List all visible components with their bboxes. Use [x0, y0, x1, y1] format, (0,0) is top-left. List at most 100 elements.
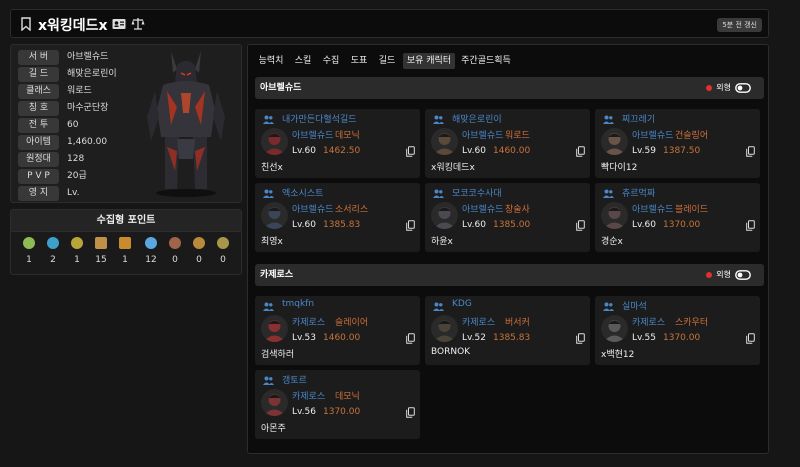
character-card[interactable]: 엑소시스트 아브렐슈드 소서리스 Lv.60 1385.83 최영x	[255, 183, 420, 252]
collection-count: 0	[196, 255, 202, 265]
character-name[interactable]: 찌끄레기	[622, 112, 655, 125]
character-card[interactable]: 모코코수사대 아브렐슈드 창술사 Lv.60 1385.00 하윤x	[425, 183, 590, 252]
art-icon	[95, 237, 107, 249]
character-class: 데모닉	[335, 131, 360, 141]
character-name[interactable]: 실마석	[622, 299, 647, 312]
omnium-star-icon	[217, 237, 229, 249]
id-card-icon[interactable]	[112, 18, 126, 30]
character-name[interactable]: 갱토르	[282, 373, 307, 386]
character-server: 아브렐슈드	[292, 205, 334, 215]
character-avatar	[431, 315, 458, 342]
tab-owned-characters[interactable]: 보유 캐릭터	[403, 53, 455, 69]
character-level: Lv.60	[292, 146, 316, 156]
collection-item[interactable]: 0	[165, 237, 185, 265]
info-value: 128	[67, 154, 85, 164]
collection-item[interactable]: 1	[19, 237, 39, 265]
info-label: 원정대	[18, 152, 59, 167]
collection-count: 0	[220, 255, 226, 265]
character-name[interactable]: 엑소시스트	[282, 186, 323, 199]
copy-icon[interactable]	[746, 220, 755, 231]
copy-icon[interactable]	[406, 220, 415, 231]
character-card[interactable]: tmqkfn 카제로스 슬레이어 Lv.53 1460.00 검색하러	[255, 296, 420, 365]
character-item-level: 1385.00	[493, 220, 531, 230]
character-name[interactable]: 모코코수사대	[452, 186, 502, 199]
copy-icon[interactable]	[406, 146, 415, 157]
voyage-icon	[119, 237, 131, 249]
collection-item[interactable]: 2	[43, 237, 63, 265]
character-card[interactable]: 갱토르 카제로스 데모닉 Lv.56 1370.00 아몬주	[255, 370, 420, 439]
character-level: Lv.56	[292, 407, 316, 417]
outfit-toggle[interactable]	[735, 270, 751, 280]
copy-icon[interactable]	[746, 146, 755, 157]
character-level: Lv.60	[462, 220, 486, 230]
tab-weekly-gold[interactable]: 주간골드획득	[457, 53, 515, 69]
balance-scale-icon[interactable]	[131, 17, 145, 31]
character-name[interactable]: 해맞은로린이	[452, 112, 502, 125]
character-server: 아브렐슈드	[462, 131, 504, 141]
copy-icon[interactable]	[576, 220, 585, 231]
character-guild: 아몬주	[261, 424, 286, 434]
collection-points-panel: 수집형 포인트 1 2 1 15 1 12 0 0 0	[10, 209, 242, 275]
giants-heart-icon	[71, 237, 83, 249]
character-header: x워킹데드x 5분 전 갱신	[10, 9, 769, 38]
copy-icon[interactable]	[406, 333, 415, 344]
character-guild: 하윤x	[431, 237, 453, 247]
collection-item[interactable]: 1	[67, 237, 87, 265]
info-label: 서 버	[18, 50, 59, 65]
character-card[interactable]: 해맞은로린이 아브렐슈드 워로드 Lv.60 1460.00 x워킹데드x	[425, 109, 590, 178]
collection-count: 1	[26, 255, 32, 265]
collection-item[interactable]: 12	[141, 237, 161, 265]
character-name[interactable]: KDG	[452, 299, 472, 309]
collection-item[interactable]: 0	[213, 237, 233, 265]
character-server: 아브렐슈드	[292, 131, 334, 141]
collection-count: 2	[50, 255, 56, 265]
character-server: 카제로스	[292, 318, 326, 328]
bookmark-icon[interactable]	[20, 17, 32, 31]
tab-guild[interactable]: 길드	[375, 53, 399, 69]
server-section-header: 아브렐슈드 외형	[255, 77, 764, 99]
character-name[interactable]: 내가만든다혈석길드	[282, 112, 357, 125]
character-card[interactable]: 찌끄레기 아브렐슈드 건슬링어 Lv.59 1387.50 빡다이12	[595, 109, 760, 178]
character-avatar	[601, 202, 628, 229]
character-guild: 최영x	[261, 237, 283, 247]
character-name[interactable]: 츄르먹짜	[622, 186, 655, 199]
tab-skills[interactable]: 스킬	[291, 53, 315, 69]
character-class: 블레이드	[675, 205, 709, 215]
copy-icon[interactable]	[576, 146, 585, 157]
character-guild: x워킹데드x	[431, 163, 475, 173]
character-card[interactable]: 실마석 카제로스 스카우터 Lv.55 1370.00 x백현12	[595, 296, 760, 365]
collection-item[interactable]: 1	[115, 237, 135, 265]
copy-icon[interactable]	[406, 407, 415, 418]
character-level: Lv.55	[632, 333, 656, 343]
character-avatar	[261, 128, 288, 155]
character-card[interactable]: 내가만든다혈석길드 아브렐슈드 데모닉 Lv.60 1462.50 친선x	[255, 109, 420, 178]
character-server: 아브렐슈드	[462, 205, 504, 215]
tab-chart[interactable]: 도표	[347, 53, 371, 69]
character-item-level: 1370.00	[323, 407, 361, 417]
info-label: P V P	[18, 169, 59, 184]
copy-icon[interactable]	[576, 333, 585, 344]
ignea-token-icon	[169, 237, 181, 249]
server-section-header: 카제로스 외형	[255, 264, 764, 286]
info-value: 해맞은로린이	[67, 69, 117, 79]
collection-item[interactable]: 15	[91, 237, 111, 265]
tab-collection[interactable]: 수집	[319, 53, 343, 69]
outfit-toggle[interactable]	[735, 83, 751, 93]
info-label: 전 투	[18, 118, 59, 133]
character-card[interactable]: KDG 카제로스 버서커 Lv.52 1385.83 BORNOK	[425, 296, 590, 365]
collection-item[interactable]: 0	[189, 237, 209, 265]
character-avatar	[601, 315, 628, 342]
collection-points-title: 수집형 포인트	[11, 210, 241, 232]
tab-stats[interactable]: 능력치	[255, 53, 287, 69]
character-name[interactable]: tmqkfn	[282, 299, 314, 309]
info-value: 마수군단장	[67, 103, 109, 113]
copy-icon[interactable]	[746, 333, 755, 344]
refresh-button[interactable]: 5분 전 갱신	[717, 18, 762, 32]
character-item-level: 1385.83	[323, 220, 361, 230]
character-server: 아브렐슈드	[632, 131, 674, 141]
outfit-label: 외형	[716, 270, 731, 279]
character-server: 카제로스	[632, 318, 666, 328]
info-value: 아브렐슈드	[67, 52, 109, 62]
character-card[interactable]: 츄르먹짜 아브렐슈드 블레이드 Lv.60 1370.00 경순x	[595, 183, 760, 252]
character-item-level: 1370.00	[663, 333, 701, 343]
